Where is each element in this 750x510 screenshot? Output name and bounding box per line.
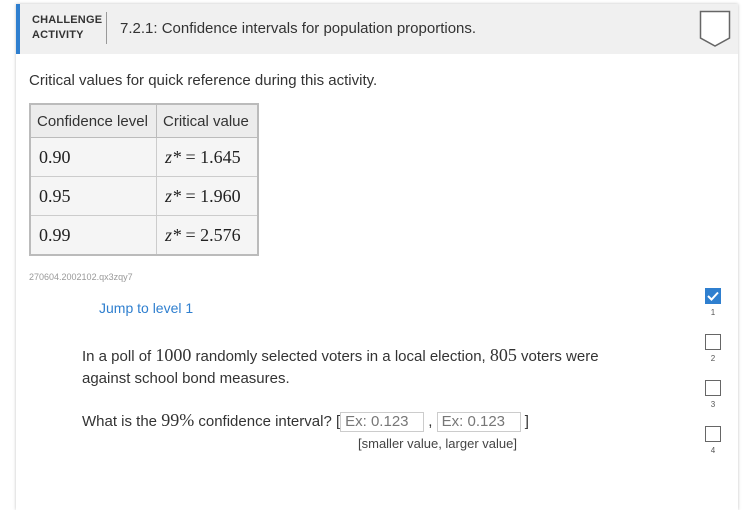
activity-type-label: CHALLENGE ACTIVITY	[32, 14, 103, 41]
answer-format-hint: [smaller value, larger value]	[358, 436, 517, 451]
intro-text: Critical values for quick reference duri…	[29, 72, 378, 89]
table-row: 0.95 z* = 1.960	[29, 176, 259, 216]
question-prompt: What is the 99% confidence interval? [Ex…	[82, 410, 529, 433]
question-identifier: 270604.2002102.qx3zqy7	[29, 272, 133, 282]
critical-value-cell: z* = 2.576	[156, 215, 259, 256]
critical-value-cell: z* = 1.960	[156, 176, 259, 216]
level-number: 4	[710, 446, 716, 455]
confidence-level-cell: 0.90	[29, 137, 157, 177]
level-2[interactable]: 2	[701, 334, 725, 363]
completion-shield-icon	[699, 10, 731, 53]
challenge-activity-card: CHALLENGE ACTIVITY 7.2.1: Confidence int…	[16, 4, 738, 510]
table-row: 0.90 z* = 1.645	[29, 137, 259, 177]
lower-bound-input[interactable]: Ex: 0.123	[340, 412, 425, 433]
level-checkbox[interactable]	[705, 334, 721, 350]
level-number: 2	[710, 354, 716, 363]
level-checkbox[interactable]	[705, 380, 721, 396]
check-icon	[707, 291, 719, 301]
level-1[interactable]: 1	[701, 288, 725, 317]
upper-bound-input[interactable]: Ex: 0.123	[436, 412, 521, 433]
level-checkbox[interactable]	[705, 426, 721, 442]
activity-header: CHALLENGE ACTIVITY 7.2.1: Confidence int…	[16, 4, 738, 54]
level-number: 3	[710, 400, 716, 409]
table-row: 0.99 z* = 2.576	[29, 215, 259, 256]
activity-title: 7.2.1: Confidence intervals for populati…	[120, 20, 477, 37]
critical-values-table: Confidence level Critical value 0.90 z* …	[29, 103, 259, 256]
header-divider	[106, 12, 107, 44]
level-checkbox[interactable]	[705, 288, 721, 304]
level-4[interactable]: 4	[701, 426, 725, 455]
level-3[interactable]: 3	[701, 380, 725, 409]
column-header: Confidence level	[29, 103, 157, 138]
jump-to-level-link[interactable]: Jump to level 1	[99, 300, 193, 316]
table-header-row: Confidence level Critical value	[29, 103, 259, 138]
confidence-level-cell: 0.99	[29, 215, 157, 256]
level-number: 1	[710, 308, 716, 317]
question-text: In a poll of 1000 randomly selected vote…	[82, 345, 599, 387]
column-header: Critical value	[156, 103, 259, 138]
critical-value-cell: z* = 1.645	[156, 137, 259, 177]
confidence-level-cell: 0.95	[29, 176, 157, 216]
